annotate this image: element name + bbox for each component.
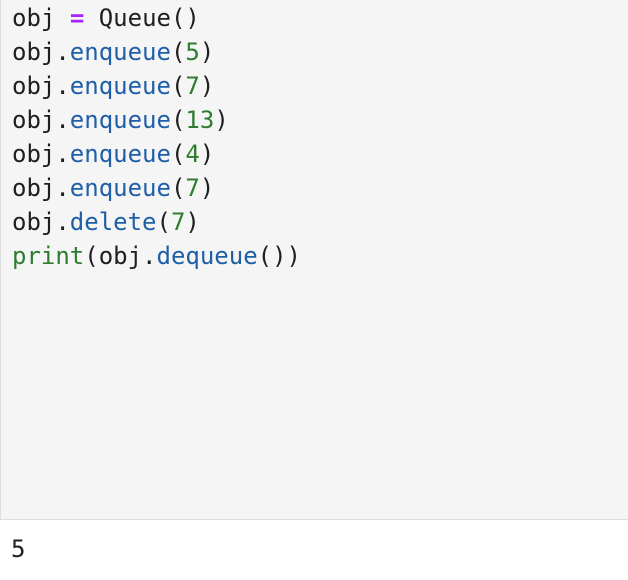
code-token-plain: obj. [12,72,70,100]
code-editor[interactable]: obj = Queue() obj.enqueue(5) obj.enqueue(7… [12,1,301,273]
code-token-method: enqueue [69,174,171,202]
code-line: print(obj.dequeue()) [12,239,301,273]
code-token-plain: ( [156,208,171,236]
code-token-plain: ()) [257,242,302,270]
code-token-plain: ( [170,38,186,66]
code-line: obj.enqueue(4) [12,137,301,171]
code-token-num: 13 [185,106,215,134]
code-token-plain: ) [199,72,215,100]
code-line: obj = Queue() [12,1,301,35]
code-token-method: enqueue [69,38,171,66]
code-token-method: delete [69,208,157,236]
code-cell[interactable]: obj = Queue() obj.enqueue(5) obj.enqueue(7… [0,0,628,520]
code-token-plain: (obj. [84,242,157,270]
code-token-num: 5 [185,38,200,66]
cell-output: 5 [11,535,26,563]
code-token-plain: obj. [12,38,70,66]
code-line: obj.delete(7) [12,205,301,239]
code-token-plain: ) [199,140,215,168]
code-token-plain: ( [170,106,186,134]
code-token-num: 7 [170,208,186,236]
code-token-plain: ) [214,106,229,134]
notebook-page: obj = Queue() obj.enqueue(5) obj.enqueue(7… [0,0,628,580]
code-token-plain: ) [199,38,215,66]
code-line: obj.enqueue(7) [12,69,301,103]
code-token-plain: obj. [12,140,70,168]
code-token-plain: ) [199,174,215,202]
code-token-plain: ) [185,208,200,236]
code-token-plain: obj [12,4,56,32]
code-token-op: = [69,4,85,32]
code-token-builtin: print [12,242,85,270]
code-token-method: enqueue [69,106,171,134]
code-token-method: dequeue [156,242,258,270]
code-token-num: 4 [185,140,200,168]
code-token-method: enqueue [69,72,171,100]
code-token-method: enqueue [69,140,171,168]
code-token-plain: ( [170,72,186,100]
code-line: obj.enqueue(7) [12,171,301,205]
code-line: obj.enqueue(5) [12,35,301,69]
code-line: obj.enqueue(13) [12,103,301,137]
code-token-plain: obj. [12,106,70,134]
code-token-plain: obj. [12,174,70,202]
code-token-num: 7 [185,72,200,100]
code-token-plain: ( [170,174,186,202]
code-token-plain: ( [170,140,186,168]
code-token-plain: obj. [12,208,70,236]
code-token-plain: Queue() [84,4,200,32]
code-token-num: 7 [185,174,200,202]
